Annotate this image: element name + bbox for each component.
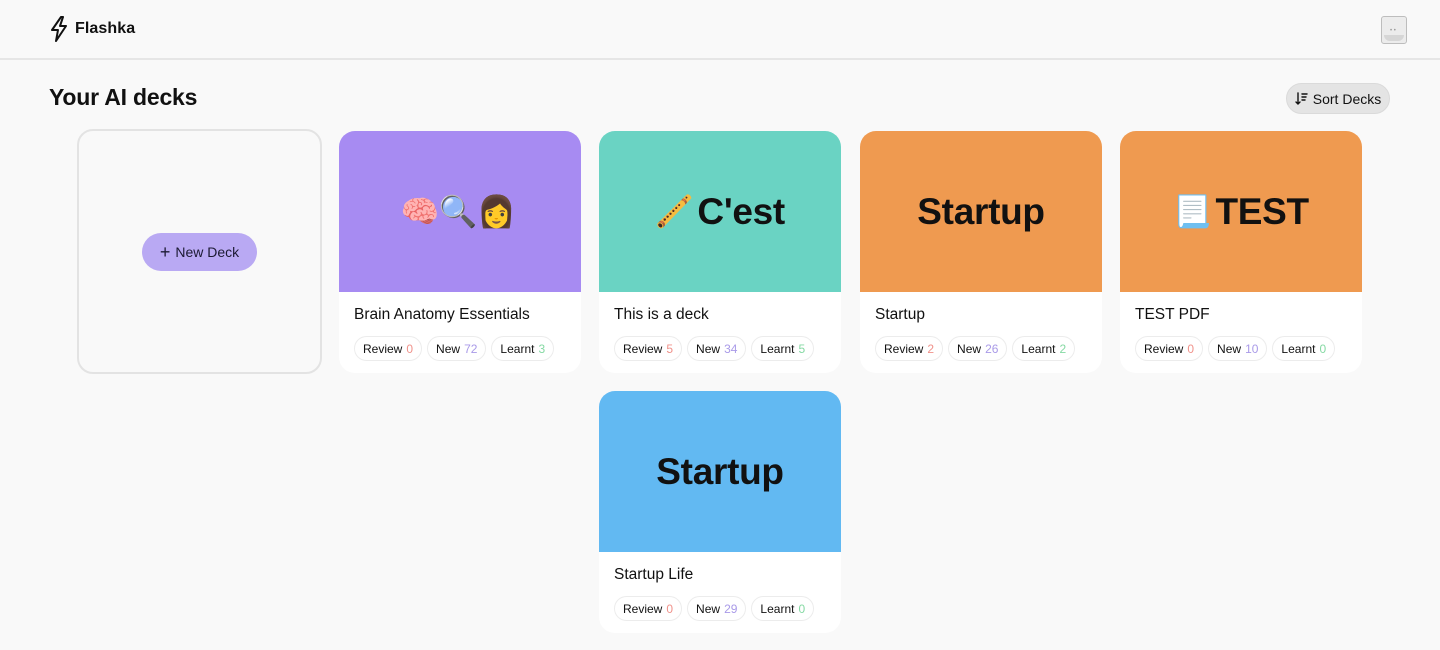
deck-card[interactable]: 🧠🔍👩 Brain Anatomy Essentials Review 0 New 72 L… — [339, 131, 581, 373]
learnt-label: Learnt — [760, 341, 795, 356]
deck-card[interactable]: Startup Startup Review 2 New 26 Learnt 2 — [860, 131, 1102, 373]
deck-name: Brain Anatomy Essentials — [354, 306, 530, 323]
deck-cover: Startup — [860, 131, 1102, 292]
deck-name: TEST PDF — [1135, 306, 1210, 323]
deck-stats: Review 0 New 10 Learnt 0 — [1135, 336, 1362, 361]
new-label: New — [957, 341, 982, 356]
learnt-count: 0 — [1319, 341, 1327, 356]
new-deck-card: + New Deck — [77, 129, 322, 374]
review-label: Review — [884, 341, 924, 356]
deck-cover-emoji: 🧠🔍👩 — [400, 194, 516, 229]
sort-decks-label: Sort Decks — [1312, 90, 1382, 107]
review-count: 0 — [666, 601, 674, 616]
deck-cover: 🧠🔍👩 — [339, 131, 581, 292]
new-label: New — [436, 341, 461, 356]
deck-card[interactable]: 🪈 C'est This is a deck Review 5 New 34 Learnt 5 — [599, 131, 841, 373]
new-label: New — [696, 601, 721, 616]
new-count-pill: New 29 — [687, 596, 747, 621]
review-count: 5 — [666, 341, 674, 356]
deck-card[interactable]: Startup Startup Life Review 0 New 29 Learnt 0 — [599, 391, 841, 633]
review-count-pill: Review 0 — [1135, 336, 1204, 361]
new-count: 10 — [1245, 341, 1259, 356]
user-avatar-icon[interactable]: • • — [1381, 16, 1407, 44]
deck-cover: 🪈 C'est — [599, 131, 841, 292]
deck-cover-emoji: 🪈 — [655, 194, 694, 229]
sort-icon — [1295, 92, 1308, 105]
review-count-pill: Review 0 — [354, 336, 423, 361]
review-label: Review — [363, 341, 403, 356]
new-deck-label: New Deck — [175, 244, 240, 260]
deck-stats: Review 0 New 72 Learnt 3 — [354, 336, 581, 361]
learnt-count-pill: Learnt 3 — [491, 336, 555, 361]
deck-cover-emoji: 📃 — [1173, 194, 1212, 229]
deck-cover: Startup — [599, 391, 841, 552]
review-count: 2 — [927, 341, 935, 356]
learnt-label: Learnt — [500, 341, 535, 356]
new-count-pill: New 72 — [427, 336, 487, 361]
new-count-pill: New 10 — [1208, 336, 1268, 361]
deck-stats: Review 5 New 34 Learnt 5 — [614, 336, 841, 361]
plus-icon: + — [159, 242, 171, 262]
page-title: Your AI decks — [49, 84, 198, 110]
review-count: 0 — [1187, 341, 1195, 356]
avatar-face: • • — [1390, 28, 1396, 34]
review-label: Review — [623, 601, 663, 616]
brand[interactable]: Flashka — [49, 16, 135, 42]
learnt-count-pill: Learnt 2 — [1012, 336, 1076, 361]
learnt-label: Learnt — [1021, 341, 1056, 356]
deck-name: Startup Life — [614, 566, 694, 583]
learnt-count: 3 — [538, 341, 546, 356]
learnt-count: 5 — [798, 341, 806, 356]
review-count-pill: Review 5 — [614, 336, 683, 361]
review-count-pill: Review 0 — [614, 596, 683, 621]
deck-stats: Review 0 New 29 Learnt 0 — [614, 596, 841, 621]
deck-name: Startup — [875, 306, 925, 323]
learnt-count-pill: Learnt 5 — [751, 336, 815, 361]
deck-cover-text: Startup — [917, 190, 1045, 232]
new-label: New — [1217, 341, 1242, 356]
deck-cover-text: C'est — [697, 190, 785, 232]
deck-cover: 📃 TEST — [1120, 131, 1362, 292]
new-count: 34 — [724, 341, 738, 356]
learnt-count: 0 — [798, 601, 806, 616]
app-name: Flashka — [75, 20, 136, 37]
new-deck-button[interactable]: + New Deck — [142, 233, 257, 271]
new-label: New — [696, 341, 721, 356]
lightning-bolt-icon — [51, 16, 67, 42]
learnt-count: 2 — [1059, 341, 1067, 356]
new-count-pill: New 34 — [687, 336, 747, 361]
learnt-count-pill: Learnt 0 — [751, 596, 815, 621]
review-count: 0 — [406, 341, 414, 356]
review-label: Review — [623, 341, 663, 356]
top-bar: Flashka • • — [0, 0, 1440, 60]
new-count-pill: New 26 — [948, 336, 1008, 361]
new-count: 72 — [464, 341, 478, 356]
review-count-pill: Review 2 — [875, 336, 944, 361]
deck-name: This is a deck — [614, 306, 709, 323]
sort-decks-button[interactable]: Sort Decks — [1286, 83, 1390, 114]
learnt-label: Learnt — [1281, 341, 1316, 356]
deck-cover-text: Startup — [656, 450, 784, 492]
learnt-label: Learnt — [760, 601, 795, 616]
deck-cover-text: TEST — [1215, 190, 1309, 232]
deck-stats: Review 2 New 26 Learnt 2 — [875, 336, 1102, 361]
new-count: 29 — [724, 601, 738, 616]
learnt-count-pill: Learnt 0 — [1272, 336, 1336, 361]
new-count: 26 — [985, 341, 999, 356]
review-label: Review — [1144, 341, 1184, 356]
deck-card[interactable]: 📃 TEST TEST PDF Review 0 New 10 Learnt 0 — [1120, 131, 1362, 373]
